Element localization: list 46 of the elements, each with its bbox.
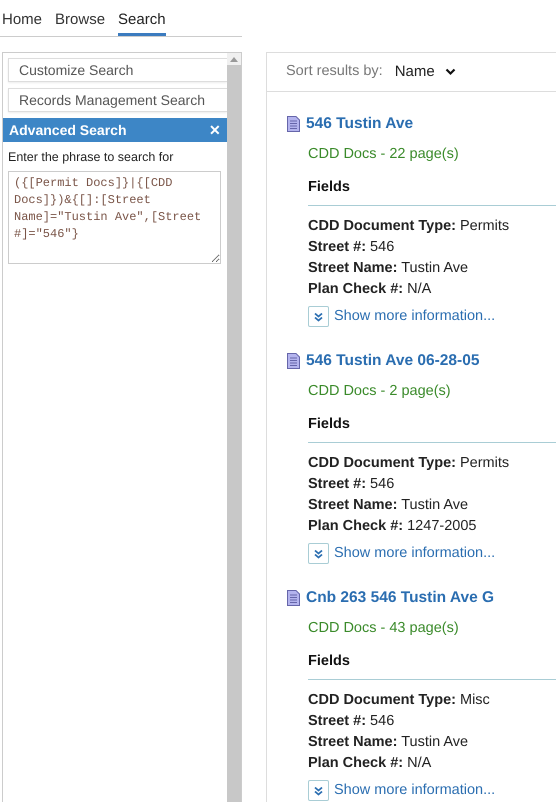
field-row-text: Plan Check #: N/A (308, 754, 432, 773)
fields-heading: Fields (308, 651, 556, 680)
expand-button[interactable] (308, 780, 329, 802)
result-title-link[interactable]: 546 Tustin Ave (306, 112, 414, 136)
field-row-text: CDD Document Type: Permits (308, 454, 510, 473)
document-icon (287, 352, 300, 369)
field-row-text: Plan Check #: N/A (308, 280, 432, 299)
expand-button[interactable] (308, 543, 329, 564)
panel-title: Advanced Search (9, 120, 126, 140)
field-row-text: Plan Check #: 1247-2005 (308, 516, 478, 536)
double-chevron-down-icon (314, 786, 323, 796)
close-button[interactable]: ✕ (209, 120, 221, 140)
result-title-link[interactable]: Cnb 263 546 Tustin Ave G (306, 586, 494, 610)
show-more-link[interactable]: Show more information... (334, 306, 496, 328)
nav-tab[interactable]: Home (2, 0, 42, 36)
document-icon (287, 116, 300, 132)
sort-dropdown[interactable]: Name (394, 60, 456, 84)
fields-heading: Fields (308, 414, 556, 443)
field-row-text: Street #: 546 (308, 474, 396, 494)
show-more-link[interactable]: Show more information... (334, 542, 496, 564)
double-chevron-down-icon (314, 312, 323, 322)
field-row-text: Street #: 546 (308, 238, 396, 257)
fields-heading: Fields (308, 177, 556, 206)
field-row-text: Street #: 546 (308, 712, 396, 731)
field-row-text: CDD Document Type: Permits (308, 216, 510, 236)
field-row-text: Street Name: Tustin Ave (308, 258, 470, 278)
field-row-text: CDD Document Type: Misc (308, 690, 491, 710)
result-source: CDD Docs - 22 page(s) (308, 145, 460, 164)
document-icon (287, 590, 300, 606)
double-chevron-down-icon (314, 548, 323, 559)
result-source: CDD Docs - 43 page(s) (308, 619, 460, 638)
scrollbar[interactable] (227, 53, 241, 802)
show-more-link[interactable]: Show more information... (334, 780, 496, 802)
field-row-text: Street Name: Tustin Ave (308, 732, 470, 752)
nav-tab[interactable]: Search (118, 0, 166, 36)
chevron-down-icon (444, 68, 456, 76)
expand-button[interactable] (308, 306, 329, 328)
query-field[interactable]: ({[Permit Docs]}|{[CDD Docs]})&{[]:[Street Name]="Tustin Ave",[Street #]="546"} (8, 170, 221, 264)
result-source: CDD Docs - 2 page(s) (308, 382, 452, 402)
field-row-text: Street Name: Tustin Ave (308, 496, 470, 515)
result-title-link[interactable]: 546 Tustin Ave 06-28-05 (306, 349, 480, 372)
dropdown[interactable]: Records Management Search (8, 88, 227, 112)
sort-label: Sort results by: (286, 62, 383, 82)
field-label: Enter the phrase to search for (8, 149, 174, 166)
nav-tab[interactable]: Browse (55, 0, 106, 36)
dropdown[interactable]: Customize Search (8, 58, 227, 82)
